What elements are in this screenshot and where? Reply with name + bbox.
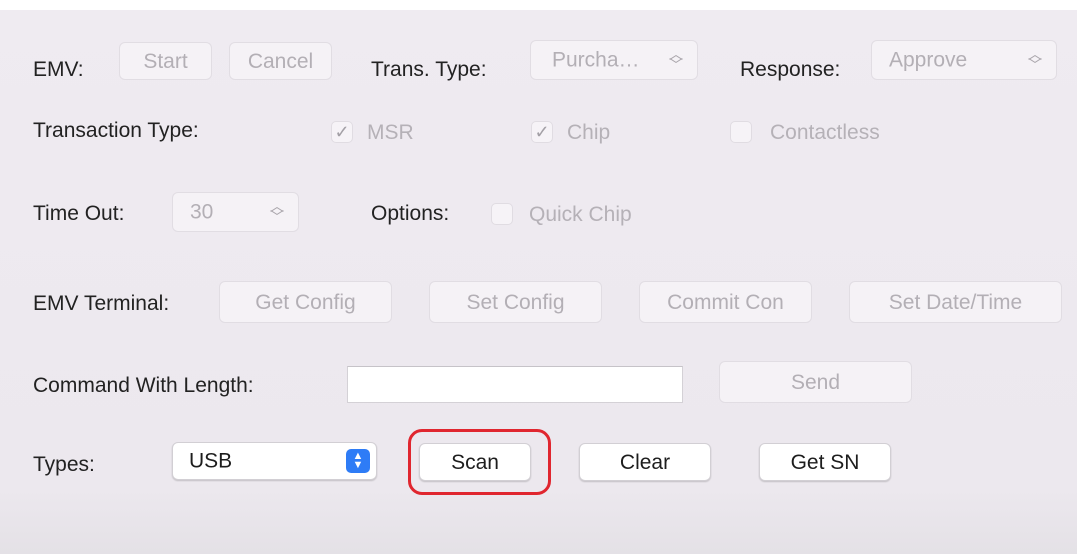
- response-popup[interactable]: Approve ︿ ﹀: [871, 40, 1057, 80]
- quick-chip-checkbox[interactable]: Quick Chip: [491, 203, 632, 225]
- empty-checkbox-icon: [491, 203, 513, 225]
- checkmark-icon: ✓: [331, 121, 353, 143]
- transaction-type-label: Transaction Type:: [33, 119, 199, 142]
- get-config-button[interactable]: Get Config: [219, 281, 392, 323]
- timeout-label: Time Out:: [33, 202, 125, 225]
- scan-button[interactable]: Scan: [419, 443, 531, 481]
- command-with-length-label: Command With Length:: [33, 374, 254, 397]
- chevron-updown-icon: ︿ ﹀: [270, 197, 284, 225]
- emv-terminal-label: EMV Terminal:: [33, 292, 170, 315]
- set-datetime-button[interactable]: Set Date/Time: [849, 281, 1062, 323]
- response-value: Approve: [889, 48, 968, 72]
- msr-label: MSR: [367, 120, 414, 144]
- trans-type-label: Trans. Type:: [371, 58, 487, 81]
- checkmark-icon: ✓: [531, 121, 553, 143]
- contactless-checkbox[interactable]: Contactless: [730, 121, 880, 143]
- empty-checkbox-icon: [730, 121, 752, 143]
- types-popup[interactable]: USB ▲ ▼: [172, 442, 377, 480]
- contactless-label: Contactless: [770, 120, 880, 144]
- command-input[interactable]: [347, 366, 683, 403]
- start-button[interactable]: Start: [119, 42, 212, 80]
- emv-label: EMV:: [33, 58, 84, 81]
- types-value: USB: [189, 449, 233, 473]
- set-config-button[interactable]: Set Config: [429, 281, 602, 323]
- cancel-button[interactable]: Cancel: [229, 42, 332, 80]
- chip-checkbox[interactable]: ✓ Chip: [531, 121, 610, 143]
- chevron-updown-icon: ︿ ﹀: [1028, 45, 1042, 73]
- timeout-stepper[interactable]: 30 ︿ ﹀: [172, 192, 299, 232]
- commit-con-button[interactable]: Commit Con: [639, 281, 812, 323]
- send-button[interactable]: Send: [719, 361, 912, 403]
- trans-type-value: Purcha…: [552, 48, 640, 72]
- timeout-value: 30: [190, 200, 214, 224]
- settings-panel: EMV: Start Cancel Trans. Type: Purcha… ︿…: [0, 10, 1077, 554]
- response-label: Response:: [740, 58, 841, 81]
- options-label: Options:: [371, 202, 450, 225]
- trans-type-popup[interactable]: Purcha… ︿ ﹀: [530, 40, 698, 80]
- clear-button[interactable]: Clear: [579, 443, 711, 481]
- quick-chip-label: Quick Chip: [529, 202, 632, 226]
- get-sn-button[interactable]: Get SN: [759, 443, 891, 481]
- chevron-updown-icon: ▲ ▼: [346, 449, 370, 473]
- types-label: Types:: [33, 453, 95, 476]
- chevron-updown-icon: ︿ ﹀: [669, 45, 683, 73]
- chip-label: Chip: [567, 120, 611, 144]
- msr-checkbox[interactable]: ✓ MSR: [331, 121, 414, 143]
